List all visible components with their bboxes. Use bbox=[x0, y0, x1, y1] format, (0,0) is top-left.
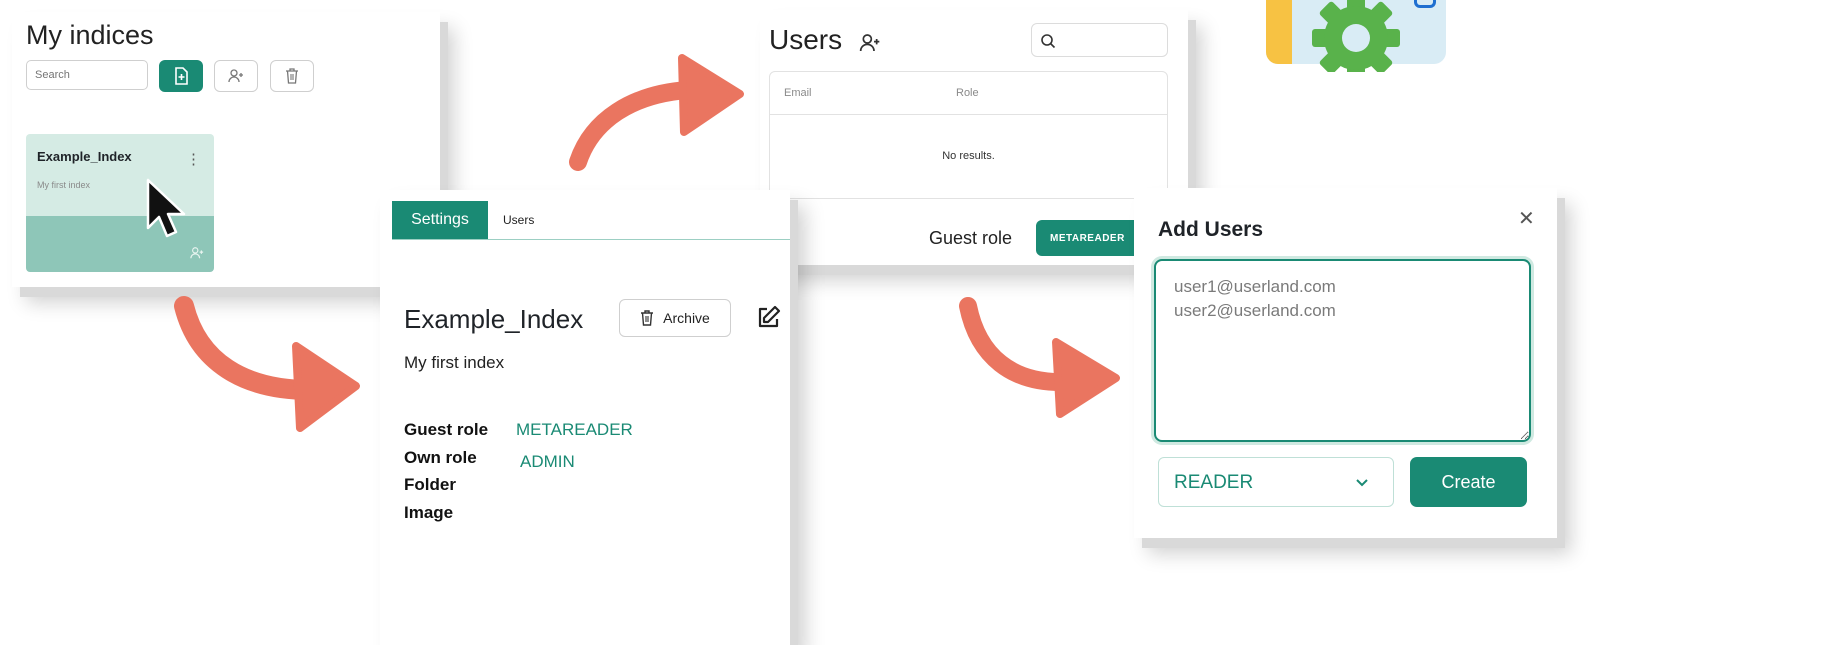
users-panel: Users Email Role No results. Guest role … bbox=[760, 10, 1188, 265]
trash-icon bbox=[286, 68, 298, 84]
settings-app-icon bbox=[1266, 0, 1446, 72]
arrow-to-users-icon bbox=[569, 54, 744, 171]
gear-icon bbox=[1312, 0, 1400, 72]
chevron-down-icon bbox=[1356, 479, 1368, 487]
archive-label: Archive bbox=[663, 310, 710, 326]
new-index-button[interactable] bbox=[159, 60, 203, 92]
guest-role-label: Guest role bbox=[929, 228, 1013, 248]
field-guest-role-label: Guest role bbox=[404, 420, 489, 439]
close-icon[interactable]: ✕ bbox=[1518, 206, 1535, 231]
field-own-role-value: ADMIN bbox=[520, 452, 575, 471]
users-title: Users bbox=[769, 24, 843, 55]
search-input[interactable] bbox=[26, 60, 148, 90]
field-image-label: Image bbox=[404, 503, 454, 522]
trash-icon bbox=[641, 310, 654, 326]
index-card-title: Example_Index bbox=[37, 149, 132, 164]
file-plus-icon bbox=[175, 67, 188, 85]
add-user-icon[interactable] bbox=[858, 32, 882, 54]
users-search-input[interactable] bbox=[1031, 23, 1168, 57]
index-description: My first index bbox=[404, 353, 505, 372]
add-users-title: Add Users bbox=[1158, 218, 1264, 241]
table-divider bbox=[770, 114, 1167, 115]
tab-settings[interactable]: Settings bbox=[392, 201, 488, 239]
table-header-role[interactable]: Role bbox=[956, 87, 979, 99]
role-select-value: READER bbox=[1174, 472, 1254, 493]
field-guest-role-value[interactable]: METAREADER bbox=[516, 420, 633, 440]
delete-index-button[interactable] bbox=[270, 60, 314, 92]
settings-panel: Settings Users Example_Index Archive My … bbox=[380, 190, 790, 645]
mouse-cursor-icon bbox=[146, 178, 186, 238]
role-select[interactable]: READER bbox=[1158, 457, 1394, 507]
folder-tab-icon bbox=[1266, 0, 1292, 64]
tab-users[interactable]: Users bbox=[503, 201, 534, 239]
arrow-to-settings-icon bbox=[174, 296, 360, 432]
users-table: Email Role No results. bbox=[769, 71, 1168, 199]
field-own-role-label: Own role bbox=[404, 448, 477, 467]
user-plus-icon bbox=[228, 69, 243, 83]
folder-corner-icon bbox=[1414, 0, 1436, 8]
share-index-button[interactable] bbox=[214, 60, 258, 92]
create-button[interactable]: Create bbox=[1410, 457, 1527, 507]
add-users-panel: Add Users ✕ READER Create bbox=[1134, 188, 1557, 538]
page-title: My indices bbox=[26, 20, 154, 50]
index-card-menu-icon[interactable]: ⋮ bbox=[186, 150, 201, 168]
table-empty-message: No results. bbox=[942, 150, 995, 162]
my-indices-panel: My indices Example_Index ⋮ My first inde… bbox=[12, 12, 440, 287]
field-folder-label: Folder bbox=[404, 475, 456, 494]
user-settings-icon[interactable] bbox=[189, 246, 205, 260]
search-icon bbox=[1041, 34, 1056, 49]
archive-button[interactable]: Archive bbox=[619, 299, 731, 337]
arrow-to-add-users-icon bbox=[959, 297, 1120, 418]
edit-icon[interactable] bbox=[755, 305, 781, 331]
table-header-email[interactable]: Email bbox=[784, 87, 812, 99]
index-name-heading: Example_Index bbox=[404, 304, 584, 334]
tab-underline bbox=[392, 239, 790, 240]
emails-textarea[interactable] bbox=[1154, 259, 1531, 442]
index-card-description: My first index bbox=[37, 180, 91, 190]
